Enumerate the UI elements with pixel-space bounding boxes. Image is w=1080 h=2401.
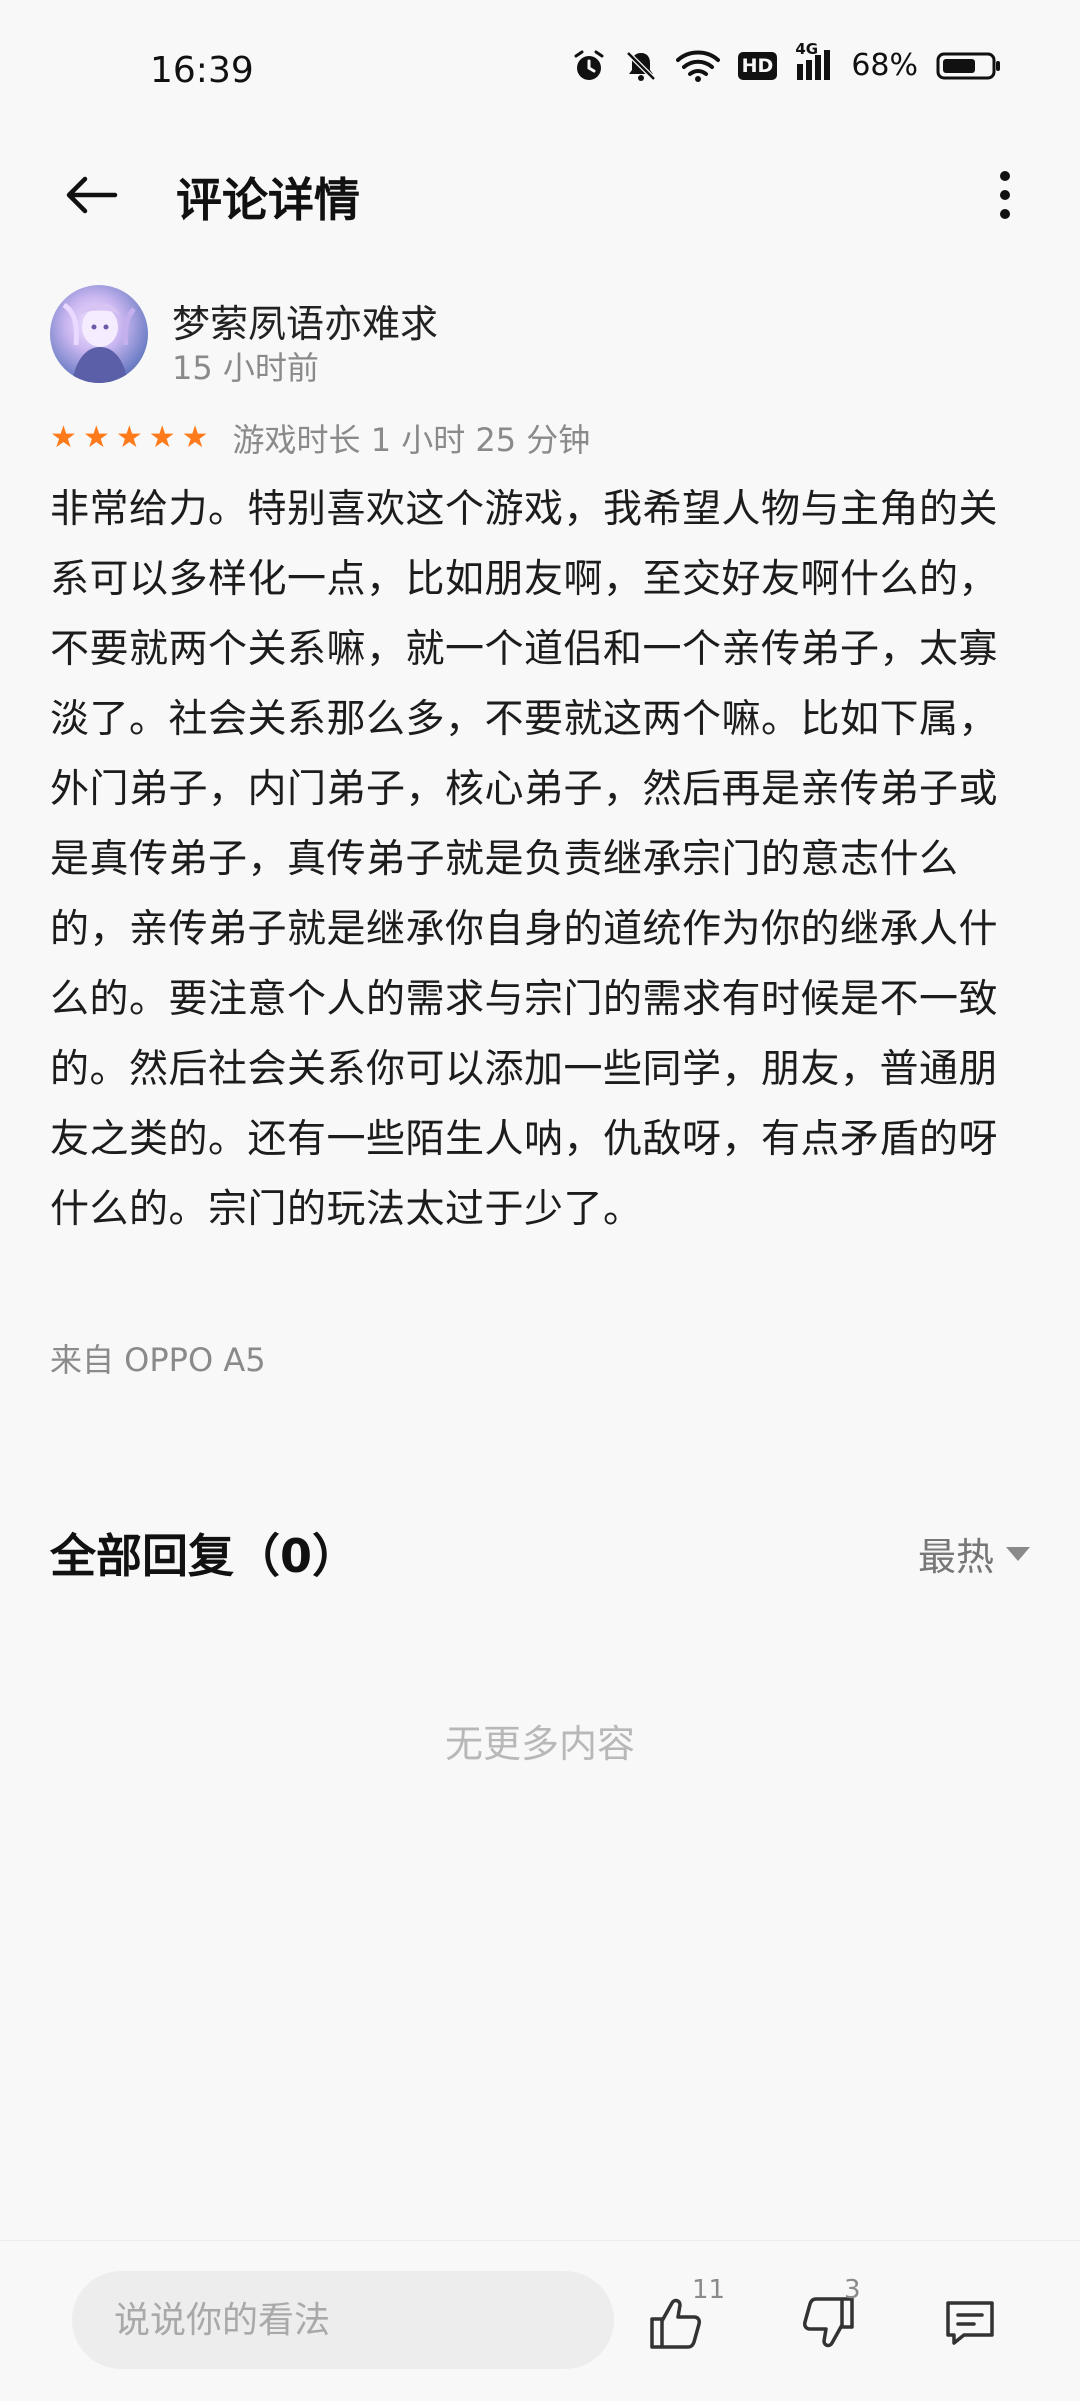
dislike-count: 3 (844, 2275, 861, 2305)
comment-icon (946, 2301, 994, 2345)
app-header: 评论详情 (0, 140, 1080, 250)
star-icon: ★ (115, 420, 143, 455)
replies-title: 全部回复（0） (50, 1529, 359, 1583)
username[interactable]: 梦萦夙语亦难求 (172, 293, 438, 348)
dislike-button[interactable]: 3 (792, 2275, 872, 2363)
reply-button[interactable] (934, 2283, 1014, 2363)
device-info: 来自 OPPO A5 (50, 1341, 266, 1379)
star-icon: ★ (82, 420, 110, 455)
rating-row: ★ ★ ★ ★ ★ 游戏时长 1 小时 25 分钟 (50, 415, 590, 461)
back-arrow-icon (66, 176, 118, 214)
wifi-icon (675, 50, 720, 82)
sort-dropdown[interactable]: 最热 (918, 1526, 1030, 1581)
dropdown-arrow-icon (1006, 1546, 1030, 1561)
play-time: 游戏时长 1 小时 25 分钟 (232, 421, 591, 459)
star-icon: ★ (148, 420, 176, 455)
alarm-icon (572, 49, 606, 83)
more-vertical-icon (1000, 171, 1010, 219)
avatar[interactable] (50, 285, 148, 383)
comment-text: 非常给力。特别喜欢这个游戏，我希望人物与主角的关系可以多样化一点，比如朋友啊，至… (50, 487, 999, 1232)
battery-percent: 68% (851, 48, 918, 83)
star-icon: ★ (50, 420, 77, 455)
star-icon: ★ (181, 420, 209, 455)
mute-bell-icon (624, 49, 658, 83)
replies-header: 全部回复（0） 最热 (50, 1520, 1030, 1590)
back-button[interactable] (56, 160, 126, 230)
network-type: 4G (795, 39, 819, 58)
like-button[interactable]: 11 (640, 2275, 725, 2363)
star-rating: ★ ★ ★ ★ ★ (50, 423, 209, 453)
page-title: 评论详情 (176, 173, 360, 227)
comment-time: 15 小时前 (172, 349, 319, 387)
bottom-action-bar: 11 3 (0, 2240, 1080, 2401)
like-count: 11 (692, 2275, 726, 2305)
empty-state-text: 无更多内容 (444, 1722, 635, 1766)
battery-icon (936, 51, 1002, 81)
status-icons: HD 4G 68% (572, 40, 1002, 83)
signal-icon: 4G (795, 40, 833, 82)
sort-label: 最热 (917, 1535, 994, 1579)
status-time: 16:39 (150, 50, 254, 91)
status-bar: 16:39 HD 4G 68% (0, 0, 1080, 140)
more-options-button[interactable] (970, 160, 1040, 230)
comment-input[interactable] (72, 2271, 614, 2369)
hd-badge: HD (737, 51, 778, 80)
